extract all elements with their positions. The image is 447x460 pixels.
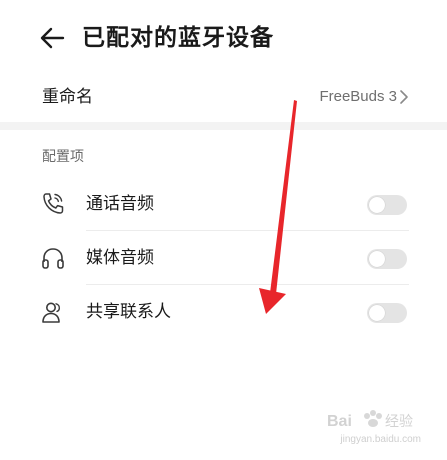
toggle-knob	[369, 251, 385, 267]
rename-label: 重命名	[42, 87, 93, 107]
section-title: 配置项	[42, 149, 84, 165]
media-audio-label: 媒体音频	[86, 248, 154, 268]
share-contacts-toggle[interactable]	[367, 303, 407, 323]
rename-row[interactable]: 重命名 FreeBuds 3	[0, 72, 447, 122]
device-name-value: FreeBuds 3	[319, 88, 397, 105]
section-divider	[0, 122, 447, 130]
call-audio-row: 通话音频	[0, 177, 447, 231]
media-audio-row: 媒体音频	[0, 231, 447, 285]
header: 已配对的蓝牙设备	[0, 0, 447, 72]
toggle-knob	[369, 305, 385, 321]
page-title: 已配对的蓝牙设备	[82, 25, 274, 51]
chevron-right-icon	[400, 90, 408, 104]
watermark-url: jingyan.baidu.com	[340, 434, 421, 445]
toggle-knob	[369, 197, 385, 213]
contacts-icon	[42, 302, 61, 323]
back-arrow-icon[interactable]	[38, 24, 66, 52]
call-audio-label: 通话音频	[86, 194, 154, 214]
svg-text:经验: 经验	[385, 414, 413, 430]
share-contacts-row: 共享联系人	[0, 285, 447, 339]
share-contacts-label: 共享联系人	[86, 302, 171, 322]
headphones-icon	[42, 248, 64, 269]
media-audio-toggle[interactable]	[367, 249, 407, 269]
paw-icon: Bai 经验	[327, 410, 413, 430]
svg-text:Bai: Bai	[327, 413, 352, 430]
call-audio-toggle[interactable]	[367, 195, 407, 215]
phone-call-icon	[43, 193, 64, 214]
